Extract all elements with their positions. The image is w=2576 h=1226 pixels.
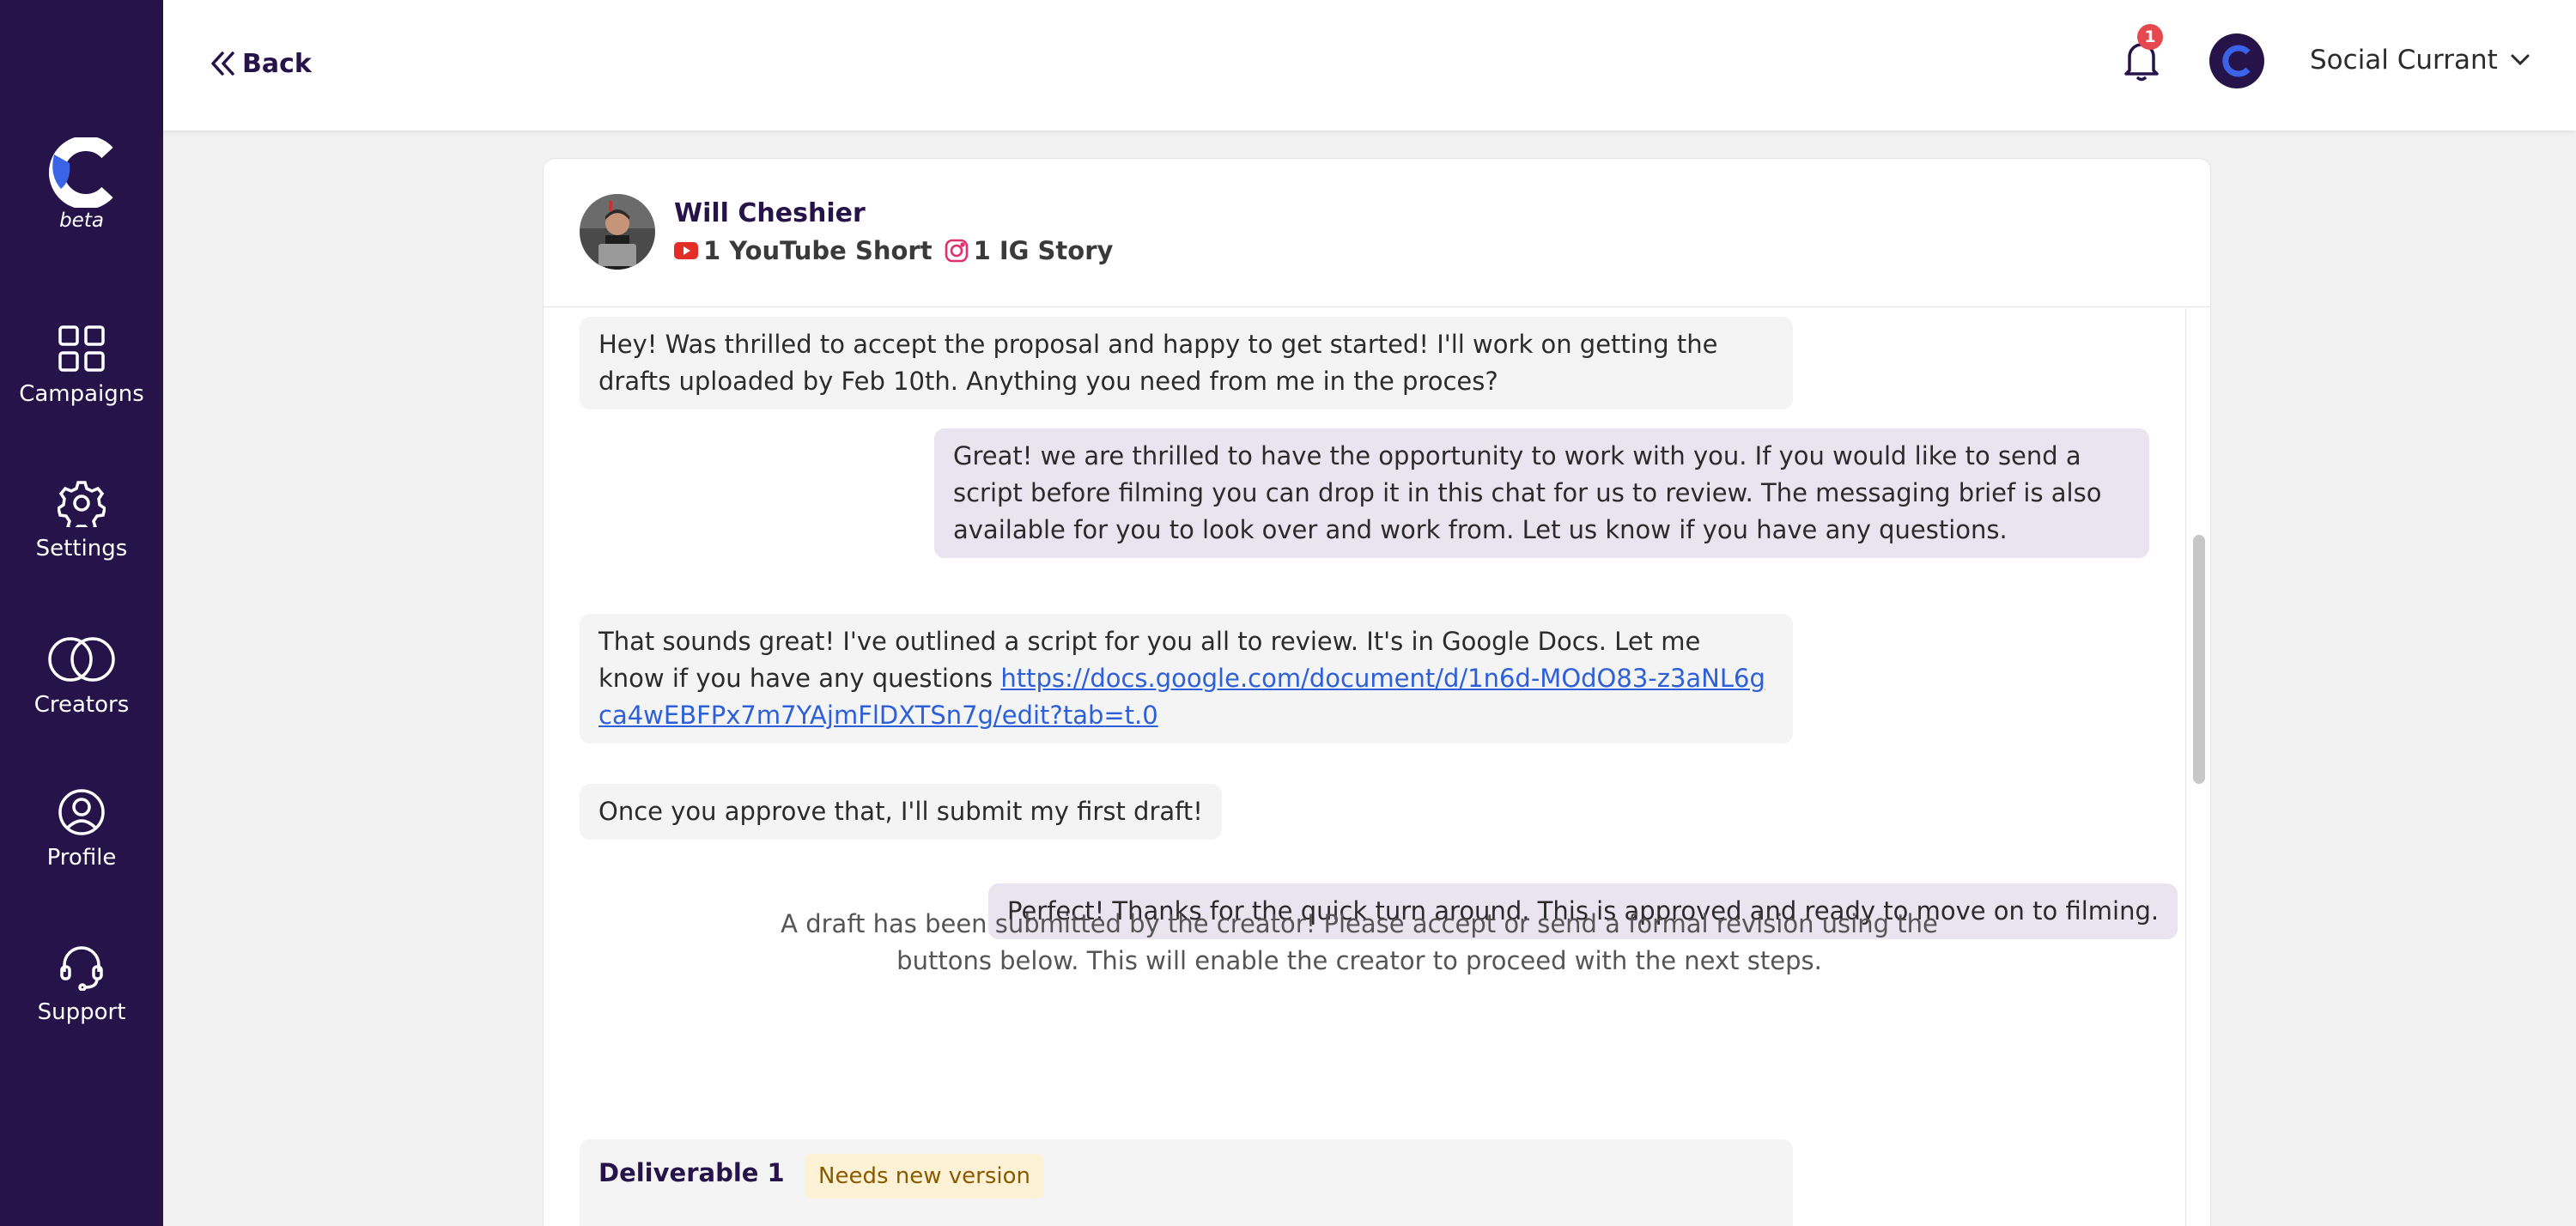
back-button[interactable]: Back: [208, 45, 312, 82]
youtube-icon: [674, 242, 698, 259]
deliverable-title: Deliverable 1: [598, 1158, 785, 1187]
deliverable-instagram: 1 IG Story: [945, 236, 1114, 265]
creator-avatar[interactable]: [580, 194, 655, 270]
nav-settings-label: Settings: [35, 536, 128, 561]
nav-support[interactable]: Support: [0, 943, 163, 1025]
instagram-icon: [945, 239, 968, 263]
account-avatar[interactable]: [2209, 33, 2264, 88]
nav-creators-label: Creators: [33, 692, 130, 718]
headset-icon: [60, 946, 103, 991]
nav-campaigns-label: Campaigns: [19, 381, 144, 407]
creator-photo-icon: [580, 194, 655, 270]
message-text: Hey! Was thrilled to accept the proposal…: [598, 330, 1718, 396]
message-list: Hey! Was thrilled to accept the proposal…: [544, 308, 2178, 1226]
message-incoming: That sounds great! I've outlined a scrip…: [580, 614, 1793, 743]
system-note-line-1: A draft has been submitted by the creato…: [781, 909, 1938, 938]
message-incoming: Once you approve that, I'll submit my fi…: [580, 784, 1222, 840]
chat-header: Will Cheshier 1 YouTube Short 1 IG Story: [544, 159, 2210, 307]
double-chevron-left-icon: [211, 52, 234, 76]
nav-settings[interactable]: Settings: [0, 479, 163, 561]
grid-icon: [58, 325, 105, 372]
deliverable-instagram-label: 1 IG Story: [973, 236, 1114, 265]
account-name: Social Currant: [2310, 45, 2498, 76]
message-text: Great! we are thrilled to have the oppor…: [953, 441, 2102, 544]
top-bar: Back 1 Social Currant: [163, 0, 2576, 130]
back-label: Back: [242, 48, 312, 79]
sidebar: beta Campaigns Settings Creators Profile: [0, 0, 163, 1226]
app-logo[interactable]: beta: [0, 137, 163, 232]
chevron-down-icon: [2511, 54, 2530, 66]
deliverable-youtube: 1 YouTube Short: [674, 236, 933, 265]
nav-creators[interactable]: Creators: [0, 635, 163, 718]
rings-icon: [48, 637, 115, 682]
status-badge: Needs new version: [805, 1154, 1044, 1199]
system-note-line-2: buttons below. This will enable the crea…: [896, 946, 1822, 975]
nav-support-label: Support: [37, 999, 126, 1025]
brand-logo-icon: [48, 137, 113, 208]
gear-icon: [58, 481, 106, 527]
message-incoming: Hey! Was thrilled to accept the proposal…: [580, 317, 1793, 410]
account-menu[interactable]: Social Currant: [2310, 41, 2530, 79]
deliverable-youtube-label: 1 YouTube Short: [703, 236, 933, 265]
message-outgoing: Great! we are thrilled to have the oppor…: [934, 428, 2149, 558]
user-circle-icon: [58, 789, 105, 835]
deliverables-summary: 1 YouTube Short 1 IG Story: [674, 236, 1113, 265]
beta-label: beta: [59, 209, 104, 232]
brand-avatar-icon: [2222, 45, 2251, 77]
nav-campaigns[interactable]: Campaigns: [0, 325, 163, 407]
nav-profile-label: Profile: [46, 845, 117, 871]
chat-panel: Will Cheshier 1 YouTube Short 1 IG Story…: [543, 158, 2211, 1226]
deliverable-card[interactable]: Deliverable 1 Needs new version: [580, 1139, 1793, 1226]
scrollbar-thumb[interactable]: [2193, 535, 2205, 784]
creator-name[interactable]: Will Cheshier: [674, 198, 866, 228]
message-text: Once you approve that, I'll submit my fi…: [598, 797, 1203, 826]
notification-badge: 1: [2137, 24, 2163, 50]
system-note: A draft has been submitted by the creato…: [544, 906, 2175, 980]
nav-profile[interactable]: Profile: [0, 788, 163, 871]
